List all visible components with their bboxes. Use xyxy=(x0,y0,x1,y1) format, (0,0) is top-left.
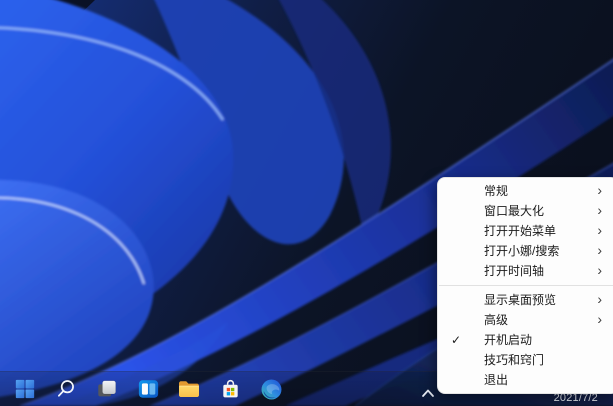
submenu-arrow-icon: › xyxy=(597,309,602,329)
search-icon xyxy=(55,378,77,400)
submenu-arrow-icon: › xyxy=(597,200,602,220)
task-view-button[interactable] xyxy=(94,376,120,402)
menu-item-label: 打开时间轴 xyxy=(484,261,588,281)
menu-item-launch-at-startup[interactable]: ✓ 开机启动 xyxy=(438,330,613,350)
widgets-button[interactable] xyxy=(135,376,161,402)
submenu-arrow-icon: › xyxy=(597,180,602,200)
menu-separator xyxy=(439,285,613,286)
start-button[interactable] xyxy=(12,376,38,402)
menu-item-label: 打开小娜/搜索 xyxy=(484,241,588,261)
microsoft-store-button[interactable] xyxy=(217,376,243,402)
menu-item-label: 技巧和窍门 xyxy=(484,350,588,370)
menu-item-label: 常规 xyxy=(484,181,588,201)
widgets-icon xyxy=(137,378,160,400)
taskbar-icons xyxy=(12,372,284,406)
context-menu: 常规 › 窗口最大化 › 打开开始菜单 › 打开小娜/搜索 › 打开时间轴 › 显示桌面预览 › 高级 ›… xyxy=(437,177,613,394)
file-explorer-icon xyxy=(177,378,201,400)
menu-item-window-maximize[interactable]: 窗口最大化 › xyxy=(438,201,613,221)
check-icon: ✓ xyxy=(451,330,467,350)
menu-item-exit[interactable]: 退出 xyxy=(438,370,613,390)
menu-item-label: 退出 xyxy=(484,370,588,390)
menu-item-label: 开机启动 xyxy=(484,330,588,350)
menu-item-open-cortana-search[interactable]: 打开小娜/搜索 › xyxy=(438,241,613,261)
chevron-up-icon xyxy=(423,391,433,397)
start-icon xyxy=(14,378,36,400)
menu-item-label: 打开开始菜单 xyxy=(484,221,588,241)
menu-item-show-desktop-preview[interactable]: 显示桌面预览 › xyxy=(438,290,613,310)
file-explorer-button[interactable] xyxy=(176,376,202,402)
menu-item-label: 高级 xyxy=(484,310,588,330)
submenu-arrow-icon: › xyxy=(597,220,602,240)
search-button[interactable] xyxy=(53,376,79,402)
menu-item-general[interactable]: 常规 › xyxy=(438,181,613,201)
menu-item-open-timeline[interactable]: 打开时间轴 › xyxy=(438,261,613,281)
menu-item-label: 显示桌面预览 xyxy=(484,290,588,310)
submenu-arrow-icon: › xyxy=(597,289,602,309)
task-view-icon xyxy=(96,378,118,400)
edge-icon xyxy=(260,378,283,401)
menu-item-label: 窗口最大化 xyxy=(484,201,588,221)
microsoft-store-icon xyxy=(219,378,242,401)
menu-item-tips-and-tricks[interactable]: 技巧和窍门 xyxy=(438,350,613,370)
submenu-arrow-icon: › xyxy=(597,260,602,280)
tray-chevron-button[interactable] xyxy=(421,388,435,398)
menu-item-open-start-menu[interactable]: 打开开始菜单 › xyxy=(438,221,613,241)
menu-item-advanced[interactable]: 高级 › xyxy=(438,310,613,330)
desktop: 2021/7/2 常规›窗口最大化›打开开始菜单›打开小娜/搜索›打开时间轴›显… xyxy=(0,0,613,406)
submenu-arrow-icon: › xyxy=(597,240,602,260)
edge-button[interactable] xyxy=(258,376,284,402)
